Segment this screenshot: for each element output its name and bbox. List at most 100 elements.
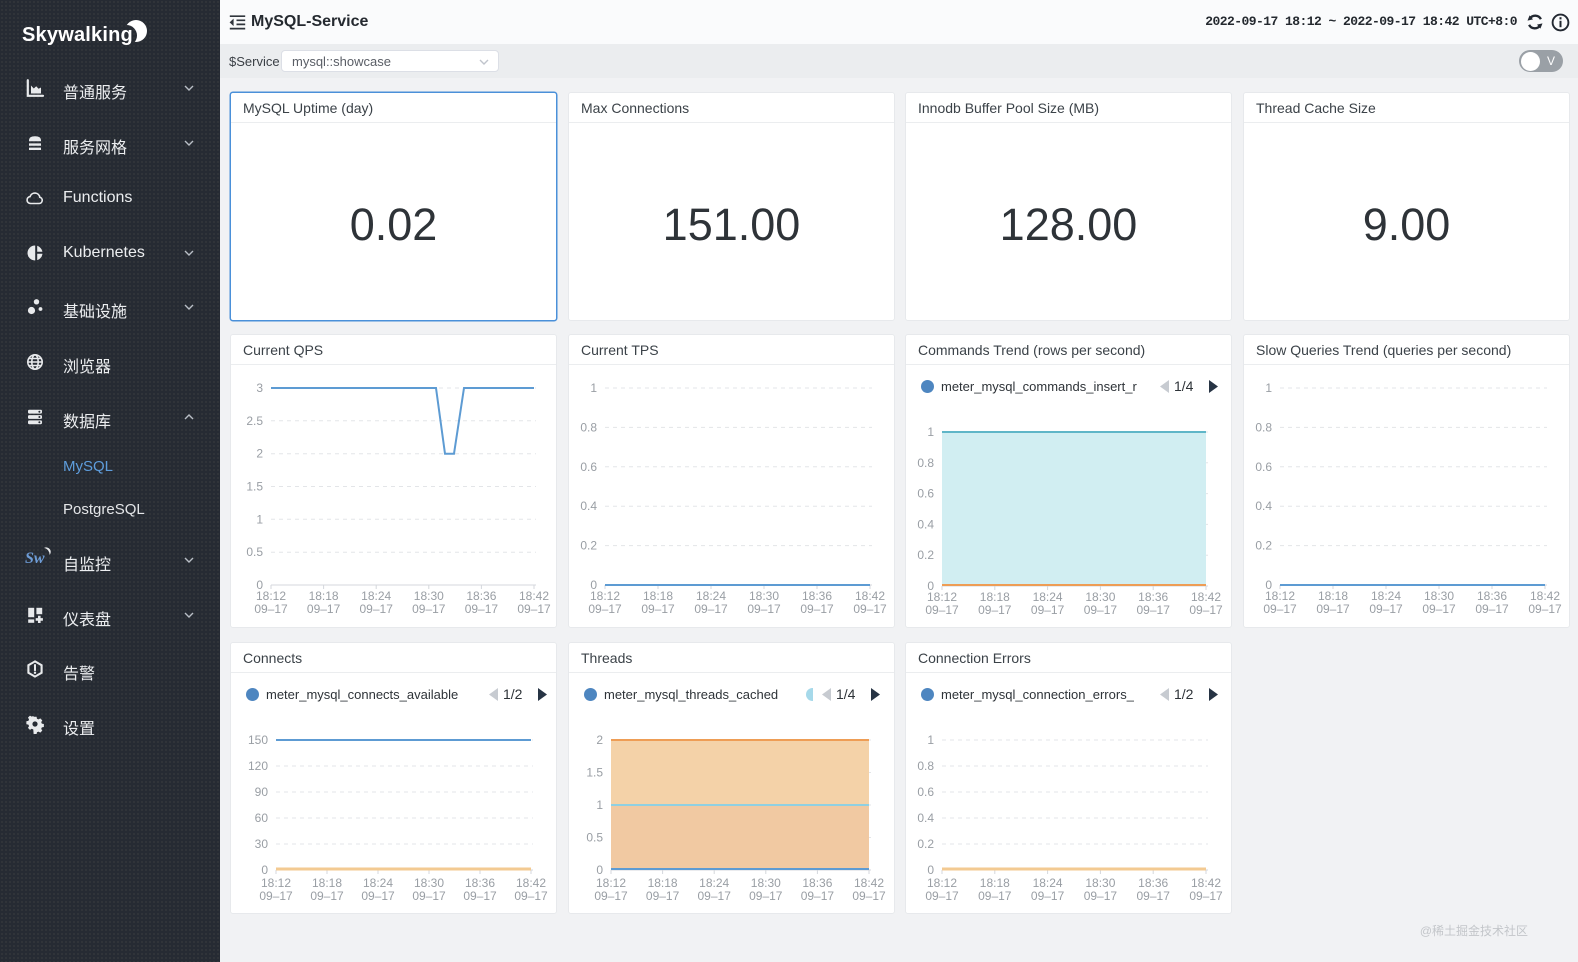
svg-text:09–17: 09–17 bbox=[1189, 889, 1223, 903]
svg-text:3: 3 bbox=[256, 381, 263, 395]
svg-text:18:36: 18:36 bbox=[466, 589, 496, 603]
svg-text:1: 1 bbox=[256, 512, 263, 526]
svg-text:120: 120 bbox=[248, 759, 268, 773]
svg-text:0.4: 0.4 bbox=[917, 517, 934, 531]
svg-text:09–17: 09–17 bbox=[641, 602, 675, 616]
svg-text:09–17: 09–17 bbox=[694, 602, 728, 616]
svg-text:18:18: 18:18 bbox=[980, 590, 1010, 604]
svg-text:18:42: 18:42 bbox=[855, 589, 885, 603]
svg-text:1: 1 bbox=[596, 798, 603, 812]
svg-text:0: 0 bbox=[596, 863, 603, 877]
svg-text:18:36: 18:36 bbox=[802, 876, 832, 890]
svg-text:09–17: 09–17 bbox=[310, 889, 344, 903]
svg-text:09–17: 09–17 bbox=[1137, 603, 1171, 617]
svg-text:1: 1 bbox=[1265, 381, 1272, 395]
svg-text:09–17: 09–17 bbox=[588, 602, 622, 616]
svg-text:09–17: 09–17 bbox=[594, 889, 628, 903]
svg-text:09–17: 09–17 bbox=[801, 889, 835, 903]
svg-text:09–17: 09–17 bbox=[1528, 602, 1562, 616]
svg-text:18:24: 18:24 bbox=[361, 589, 391, 603]
svg-text:0: 0 bbox=[261, 863, 268, 877]
svg-text:09–17: 09–17 bbox=[1316, 602, 1350, 616]
svg-text:0.2: 0.2 bbox=[917, 837, 934, 851]
svg-text:09–17: 09–17 bbox=[1263, 602, 1297, 616]
svg-text:18:12: 18:12 bbox=[927, 590, 957, 604]
svg-text:09–17: 09–17 bbox=[925, 603, 959, 617]
svg-text:18:12: 18:12 bbox=[261, 876, 291, 890]
svg-text:09–17: 09–17 bbox=[361, 889, 395, 903]
svg-text:2.5: 2.5 bbox=[246, 414, 263, 428]
svg-text:09–17: 09–17 bbox=[360, 602, 394, 616]
svg-text:18:36: 18:36 bbox=[465, 876, 495, 890]
svg-text:1: 1 bbox=[927, 425, 934, 439]
svg-text:09–17: 09–17 bbox=[517, 602, 551, 616]
svg-text:09–17: 09–17 bbox=[978, 603, 1012, 617]
svg-text:0.8: 0.8 bbox=[917, 456, 934, 470]
svg-text:18:30: 18:30 bbox=[751, 876, 781, 890]
svg-text:09–17: 09–17 bbox=[1137, 889, 1171, 903]
svg-text:09–17: 09–17 bbox=[259, 889, 293, 903]
svg-text:09–17: 09–17 bbox=[800, 602, 834, 616]
svg-text:0.4: 0.4 bbox=[580, 499, 597, 513]
svg-text:90: 90 bbox=[255, 785, 269, 799]
svg-text:0.6: 0.6 bbox=[917, 785, 934, 799]
svg-text:18:30: 18:30 bbox=[414, 589, 444, 603]
svg-text:09–17: 09–17 bbox=[646, 889, 680, 903]
svg-text:18:42: 18:42 bbox=[1191, 876, 1221, 890]
svg-text:1.5: 1.5 bbox=[586, 766, 603, 780]
svg-text:09–17: 09–17 bbox=[698, 889, 732, 903]
svg-text:18:30: 18:30 bbox=[1085, 876, 1115, 890]
svg-text:18:12: 18:12 bbox=[1265, 589, 1295, 603]
svg-text:0.6: 0.6 bbox=[1255, 460, 1272, 474]
svg-text:09–17: 09–17 bbox=[307, 602, 341, 616]
svg-text:18:18: 18:18 bbox=[648, 876, 678, 890]
svg-text:09–17: 09–17 bbox=[978, 889, 1012, 903]
svg-text:18:30: 18:30 bbox=[1085, 590, 1115, 604]
svg-text:18:18: 18:18 bbox=[312, 876, 342, 890]
svg-text:09–17: 09–17 bbox=[1369, 602, 1403, 616]
svg-text:1.5: 1.5 bbox=[246, 480, 263, 494]
svg-text:18:24: 18:24 bbox=[1371, 589, 1401, 603]
svg-text:0.5: 0.5 bbox=[246, 545, 263, 559]
svg-text:18:24: 18:24 bbox=[1033, 590, 1063, 604]
svg-text:18:42: 18:42 bbox=[519, 589, 549, 603]
svg-text:09–17: 09–17 bbox=[853, 602, 887, 616]
svg-text:1: 1 bbox=[927, 733, 934, 747]
svg-text:18:36: 18:36 bbox=[802, 589, 832, 603]
svg-text:2: 2 bbox=[256, 447, 263, 461]
svg-text:09–17: 09–17 bbox=[1084, 603, 1118, 617]
svg-text:18:24: 18:24 bbox=[699, 876, 729, 890]
svg-text:0: 0 bbox=[927, 863, 934, 877]
svg-text:0.2: 0.2 bbox=[917, 548, 934, 562]
svg-text:60: 60 bbox=[255, 811, 269, 825]
svg-text:18:24: 18:24 bbox=[1033, 876, 1063, 890]
svg-text:18:18: 18:18 bbox=[309, 589, 339, 603]
svg-text:18:12: 18:12 bbox=[590, 589, 620, 603]
svg-text:09–17: 09–17 bbox=[514, 889, 548, 903]
svg-text:18:30: 18:30 bbox=[1424, 589, 1454, 603]
svg-text:0.5: 0.5 bbox=[586, 831, 603, 845]
svg-text:09–17: 09–17 bbox=[1422, 602, 1456, 616]
svg-text:0.4: 0.4 bbox=[917, 811, 934, 825]
svg-text:09–17: 09–17 bbox=[1475, 602, 1509, 616]
svg-text:0.2: 0.2 bbox=[1255, 539, 1272, 553]
svg-text:2: 2 bbox=[596, 733, 603, 747]
svg-text:09–17: 09–17 bbox=[749, 889, 783, 903]
svg-text:09–17: 09–17 bbox=[1031, 889, 1065, 903]
svg-text:0.6: 0.6 bbox=[917, 487, 934, 501]
svg-text:09–17: 09–17 bbox=[465, 602, 499, 616]
svg-text:18:24: 18:24 bbox=[363, 876, 393, 890]
svg-text:18:42: 18:42 bbox=[854, 876, 884, 890]
svg-text:18:24: 18:24 bbox=[696, 589, 726, 603]
svg-text:30: 30 bbox=[255, 837, 269, 851]
svg-text:09–17: 09–17 bbox=[1031, 603, 1065, 617]
svg-text:0.2: 0.2 bbox=[580, 539, 597, 553]
svg-text:18:18: 18:18 bbox=[980, 876, 1010, 890]
svg-text:18:36: 18:36 bbox=[1138, 590, 1168, 604]
svg-text:0.4: 0.4 bbox=[1255, 499, 1272, 513]
svg-text:18:18: 18:18 bbox=[1318, 589, 1348, 603]
svg-text:09–17: 09–17 bbox=[925, 889, 959, 903]
svg-text:09–17: 09–17 bbox=[463, 889, 497, 903]
svg-text:150: 150 bbox=[248, 733, 268, 747]
svg-text:09–17: 09–17 bbox=[254, 602, 288, 616]
